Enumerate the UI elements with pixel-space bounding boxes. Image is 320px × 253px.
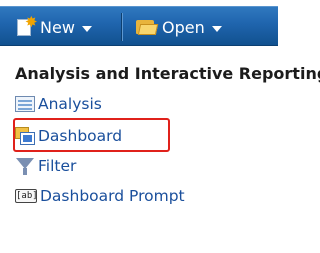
toolbar: ✸ New Open (0, 6, 278, 46)
menu-item-dashboard-prompt[interactable]: [ab] Dashboard Prompt (15, 184, 185, 208)
section-heading: Analysis and Interactive Reporting (15, 64, 320, 83)
new-button[interactable]: ✸ New (16, 13, 92, 41)
chevron-down-icon (211, 25, 222, 32)
menu-item-filter[interactable]: Filter (15, 154, 76, 178)
open-folder-icon (136, 18, 159, 36)
menu-item-label: Filter (38, 157, 77, 175)
filter-icon (15, 157, 35, 175)
toolbar-separator (121, 13, 122, 41)
new-button-label: New (40, 17, 75, 37)
dashboard-prompt-icon: [ab] (15, 189, 38, 203)
menu-item-dashboard[interactable]: Dashboard (15, 124, 122, 148)
open-button-label: Open (162, 17, 205, 37)
chevron-down-icon (81, 25, 92, 32)
menu-item-label: Dashboard Prompt (40, 187, 185, 205)
new-document-icon: ✸ (16, 13, 38, 37)
open-button[interactable]: Open (136, 13, 222, 41)
menu-item-label: Analysis (38, 95, 102, 113)
analysis-icon (15, 96, 35, 112)
menu-item-label: Dashboard (38, 127, 123, 145)
dashboard-icon (15, 127, 35, 145)
menu-item-analysis[interactable]: Analysis (15, 92, 102, 116)
